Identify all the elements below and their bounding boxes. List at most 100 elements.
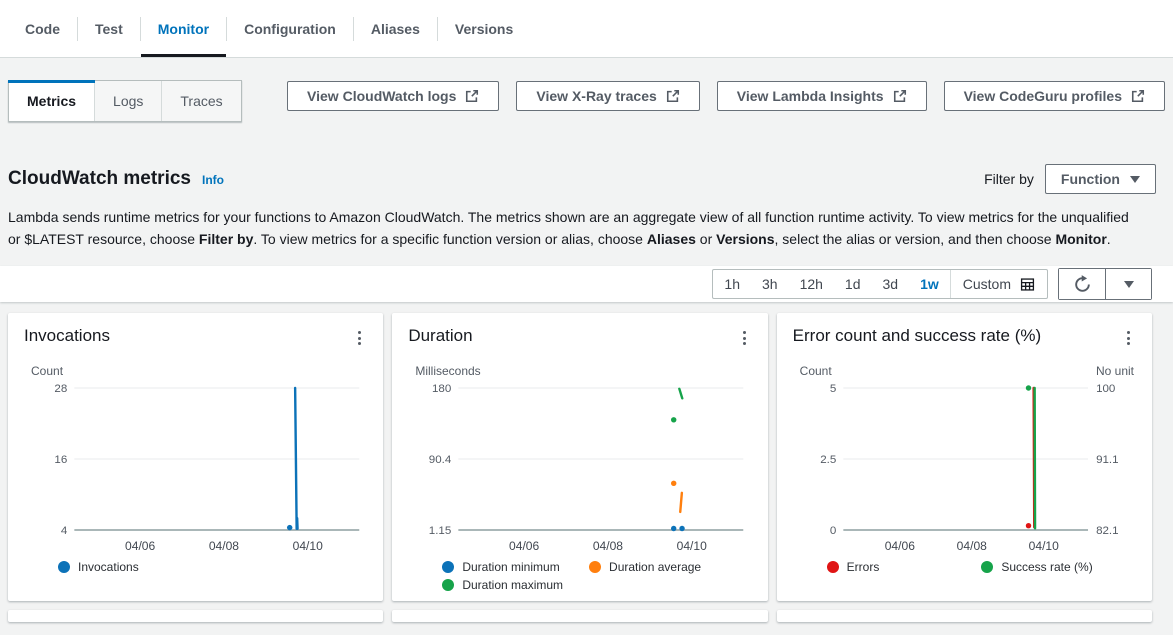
time-toolbar: 1h3h12h1d3d1w Custom [0,266,1173,302]
chart-title: Error count and success rate (%) [793,326,1041,346]
chart-menu-icon[interactable] [352,326,367,350]
button-label: View Lambda Insights [737,88,884,104]
calendar-icon [1020,277,1035,292]
chart-menu-icon[interactable] [737,326,752,350]
chevron-down-icon [1124,281,1134,288]
subtab-logs[interactable]: Logs [95,81,162,121]
time-range-1h[interactable]: 1h [713,270,751,298]
time-range-3d[interactable]: 3d [872,270,910,298]
tab-aliases[interactable]: Aliases [354,0,437,57]
refresh-options-button[interactable] [1105,269,1151,299]
filter-by-wrap: Filter by Function [984,164,1156,194]
heading-left: CloudWatch metrics Info [8,168,224,190]
custom-label: Custom [963,276,1011,292]
chart-header: Invocations [24,326,367,350]
chart-plot-area: 18090.41.1504/0604/0804/10 [408,380,751,560]
next-row-card-stub [8,610,383,622]
svg-text:2.5: 2.5 [820,454,836,466]
legend-item-invocations[interactable]: Invocations [58,560,139,574]
view-cloudwatch-logs-button[interactable]: View CloudWatch logs [287,81,499,111]
chart-legend: Duration minimum Duration average Duration… [442,560,751,592]
legend-label: Duration minimum [462,560,559,574]
svg-text:5: 5 [830,383,836,395]
subtab-traces[interactable]: Traces [162,81,240,121]
time-range-1w[interactable]: 1w [909,270,950,298]
legend-item-duration-minimum[interactable]: Duration minimum [442,560,563,574]
button-label: View X-Ray traces [536,88,656,104]
external-link-icon [1131,89,1145,103]
tab-versions[interactable]: Versions [438,0,530,57]
monitor-content: MetricsLogsTraces View CloudWatch logs Vi… [0,80,1173,622]
description-segment: or [696,231,716,247]
axis-unit-labels: Count [31,364,365,378]
description-segment: Aliases [647,231,696,247]
chart-header: Duration [408,326,751,350]
description-segment: . To view metrics for a specific functio… [253,231,646,247]
time-range-group: 1h3h12h1d3d1w Custom [712,269,1048,299]
legend-item-duration-maximum[interactable]: Duration maximum [442,578,563,592]
legend-swatch [981,561,993,573]
subtab-row: MetricsLogsTraces View CloudWatch logs Vi… [8,80,1165,122]
legend-item-duration-average[interactable]: Duration average [589,560,701,574]
description-segment: Versions [716,231,774,247]
external-link-icon [666,89,680,103]
right-axis-unit: No unit [1096,364,1134,378]
legend-label: Errors [847,560,880,574]
next-charts-row [8,610,1152,622]
chart-title: Duration [408,326,472,346]
view-x-ray-traces-button[interactable]: View X-Ray traces [516,81,699,111]
description-segment: Monitor [1055,231,1106,247]
view-codeguru-profiles-button[interactable]: View CodeGuru profiles [944,81,1165,111]
view-lambda-insights-button[interactable]: View Lambda Insights [717,81,927,111]
charts-row: InvocationsCount2816404/0604/0804/10Invo… [8,313,1152,601]
svg-text:04/08: 04/08 [593,539,624,553]
next-row-card-stub [392,610,767,622]
time-range-custom[interactable]: Custom [950,270,1047,298]
svg-text:04/06: 04/06 [884,539,915,553]
svg-text:04/10: 04/10 [677,539,708,553]
svg-text:0: 0 [830,525,836,537]
chart-card-2: Error count and success rate (%) Count No … [777,313,1152,601]
metrics-heading-row: CloudWatch metrics Info Filter by Functi… [8,164,1156,194]
tab-test[interactable]: Test [78,0,140,57]
chart-menu-icon[interactable] [1121,326,1136,350]
filter-function-dropdown[interactable]: Function [1045,164,1156,194]
svg-text:04/06: 04/06 [125,539,156,553]
svg-text:04/10: 04/10 [293,539,324,553]
left-axis-unit: Milliseconds [415,364,480,378]
chart-legend: Errors Success rate (%) [827,560,1136,574]
chart-header: Error count and success rate (%) [793,326,1136,350]
time-range-3h[interactable]: 3h [751,270,789,298]
left-axis-unit: Count [800,364,832,378]
subtab-metrics[interactable]: Metrics [9,81,95,121]
legend-label: Duration maximum [462,578,563,592]
legend-label: Duration average [609,560,701,574]
svg-text:04/06: 04/06 [509,539,540,553]
refresh-icon [1073,275,1092,294]
legend-swatch [827,561,839,573]
svg-text:90.4: 90.4 [429,454,452,466]
tab-code[interactable]: Code [8,0,77,57]
time-range-12h[interactable]: 12h [789,270,834,298]
description-segment: Filter by [199,231,253,247]
page-title: CloudWatch metrics [8,168,191,190]
time-range-1d[interactable]: 1d [834,270,872,298]
svg-text:1.15: 1.15 [429,525,451,537]
chart-card-0: InvocationsCount2816404/0604/0804/10Invo… [8,313,383,601]
svg-text:100: 100 [1096,383,1115,395]
button-label: View CloudWatch logs [307,88,456,104]
tab-monitor[interactable]: Monitor [141,0,226,57]
chevron-down-icon [1130,176,1140,183]
svg-text:16: 16 [54,454,67,466]
info-link[interactable]: Info [202,173,224,187]
external-link-icon [893,89,907,103]
function-tab-bar: CodeTestMonitorConfigurationAliasesVersi… [0,0,1173,58]
refresh-button[interactable] [1059,269,1105,299]
axis-unit-labels: Milliseconds [415,364,749,378]
legend-item-errors[interactable]: Errors [827,560,982,574]
svg-text:4: 4 [61,525,68,537]
chart-plot-area: 51002.591.1082.104/0604/0804/10 [793,380,1136,560]
tab-configuration[interactable]: Configuration [227,0,353,57]
external-link-icon [465,89,479,103]
legend-item-success-rate-[interactable]: Success rate (%) [981,560,1136,574]
